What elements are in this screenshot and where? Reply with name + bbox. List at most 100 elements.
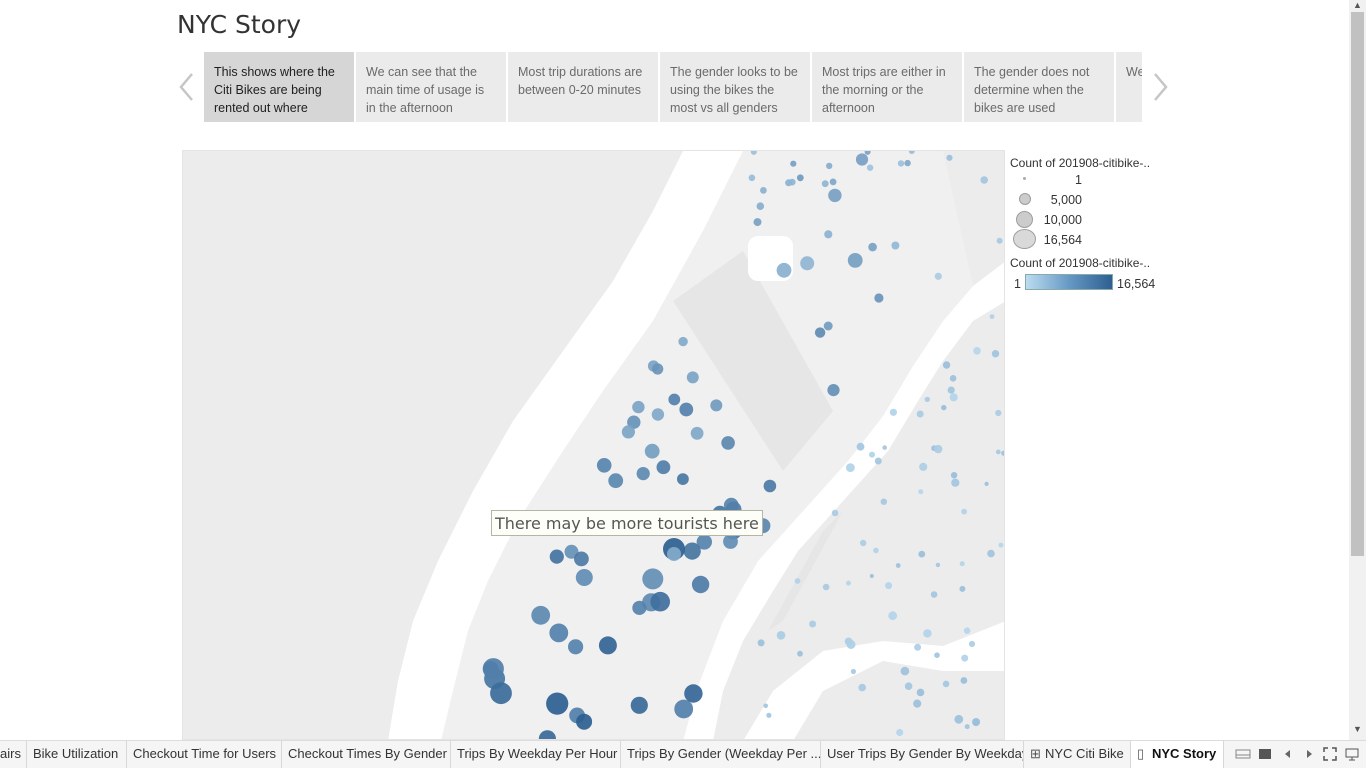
- station-bubble[interactable]: [760, 187, 767, 194]
- station-bubble[interactable]: [968, 640, 976, 648]
- story-point-7[interactable]: We get the: [1116, 52, 1142, 122]
- station-bubble[interactable]: [652, 363, 664, 375]
- station-bubble[interactable]: [856, 442, 865, 451]
- station-bubble[interactable]: [959, 561, 965, 567]
- station-bubble[interactable]: [797, 650, 803, 657]
- station-bubble[interactable]: [960, 677, 968, 684]
- station-bubble[interactable]: [930, 591, 938, 598]
- station-bubble[interactable]: [847, 253, 863, 268]
- station-bubble[interactable]: [882, 445, 887, 450]
- tab-checkout-time-for-users[interactable]: Checkout Time for Users: [127, 741, 282, 768]
- station-bubble[interactable]: [846, 463, 855, 472]
- station-bubble[interactable]: [608, 473, 624, 489]
- station-bubble[interactable]: [826, 162, 833, 170]
- tab-user-trips-by-gender-by-weekday[interactable]: User Trips By Gender By Weekday: [821, 741, 1024, 768]
- story-point-1[interactable]: This shows where the Citi Bikes are bein…: [204, 52, 354, 122]
- station-bubble[interactable]: [598, 636, 617, 655]
- station-bubble[interactable]: [721, 436, 735, 450]
- station-bubble[interactable]: [636, 467, 650, 481]
- station-bubble[interactable]: [790, 160, 797, 167]
- station-bubble[interactable]: [874, 293, 884, 303]
- scrollbar-thumb[interactable]: [1351, 12, 1364, 556]
- station-bubble[interactable]: [995, 449, 1001, 455]
- station-bubble[interactable]: [896, 728, 904, 737]
- station-bubble[interactable]: [632, 400, 645, 414]
- station-bubble[interactable]: [846, 640, 856, 649]
- station-bubble[interactable]: [942, 361, 951, 369]
- station-bubble[interactable]: [996, 237, 1003, 244]
- station-bubble[interactable]: [596, 458, 612, 473]
- station-bubble[interactable]: [656, 460, 671, 475]
- station-bubble[interactable]: [683, 542, 701, 560]
- station-bubble[interactable]: [828, 188, 842, 203]
- station-bubble[interactable]: [885, 582, 893, 590]
- station-bubble[interactable]: [788, 178, 796, 186]
- station-bubble[interactable]: [776, 631, 786, 640]
- station-bubble[interactable]: [918, 550, 926, 558]
- fullscreen-icon[interactable]: [1322, 746, 1338, 762]
- station-bubble[interactable]: [549, 549, 564, 564]
- station-bubble[interactable]: [776, 262, 792, 278]
- station-bubble[interactable]: [934, 444, 943, 454]
- station-bubble[interactable]: [809, 620, 817, 628]
- station-bubble[interactable]: [980, 176, 988, 184]
- tab-nyc-citi-bike[interactable]: ⊞ NYC Citi Bike: [1024, 741, 1131, 768]
- station-bubble[interactable]: [831, 509, 839, 517]
- station-bubble[interactable]: [667, 547, 681, 561]
- station-bubble[interactable]: [690, 426, 704, 440]
- station-bubble[interactable]: [794, 578, 801, 584]
- presentation-mode-icon[interactable]: [1344, 746, 1360, 762]
- chevron-left-icon[interactable]: [177, 70, 197, 104]
- chevron-right-icon[interactable]: [1150, 70, 1170, 104]
- station-bubble[interactable]: [913, 699, 922, 708]
- station-bubble[interactable]: [989, 314, 995, 319]
- station-bubble[interactable]: [531, 605, 551, 625]
- station-bubble[interactable]: [677, 473, 689, 485]
- station-bubble[interactable]: [916, 688, 925, 697]
- station-bubble[interactable]: [934, 272, 942, 280]
- station-bubble[interactable]: [959, 585, 966, 592]
- station-bubble[interactable]: [888, 611, 898, 621]
- show-tabs-icon[interactable]: [1257, 746, 1273, 762]
- station-bubble[interactable]: [949, 393, 958, 402]
- station-bubble[interactable]: [961, 654, 969, 662]
- station-bubble[interactable]: [942, 680, 950, 688]
- station-bubble[interactable]: [973, 347, 981, 355]
- tab-trips-by-gender[interactable]: Trips By Gender (Weekday Per ...: [621, 741, 821, 768]
- station-bubble[interactable]: [824, 230, 833, 239]
- story-point-4[interactable]: The gender looks to be using the bikes t…: [660, 52, 810, 122]
- station-bubble[interactable]: [858, 683, 866, 692]
- station-bubble[interactable]: [934, 652, 940, 658]
- next-sheet-icon[interactable]: [1301, 746, 1317, 762]
- station-bubble[interactable]: [674, 699, 694, 719]
- station-bubble[interactable]: [796, 174, 804, 182]
- station-bubble[interactable]: [546, 692, 569, 715]
- station-bubble[interactable]: [753, 218, 762, 227]
- station-bubble[interactable]: [829, 178, 837, 186]
- station-bubble[interactable]: [576, 713, 593, 730]
- station-bubble[interactable]: [482, 658, 504, 680]
- station-bubble[interactable]: [950, 472, 958, 479]
- story-point-5[interactable]: Most trips are either in the morning or …: [812, 52, 962, 122]
- station-bubble[interactable]: [995, 409, 1002, 417]
- station-bubble[interactable]: [947, 386, 955, 394]
- station-bubble[interactable]: [916, 410, 924, 418]
- station-bubble[interactable]: [678, 336, 688, 347]
- station-bubble[interactable]: [756, 202, 765, 210]
- tab-nyc-story[interactable]: ▯ NYC Story: [1131, 741, 1224, 768]
- station-bubble[interactable]: [987, 549, 995, 558]
- station-bubble[interactable]: [632, 600, 647, 615]
- station-bubble[interactable]: [946, 154, 953, 161]
- station-bubble[interactable]: [822, 583, 830, 591]
- station-bubble[interactable]: [998, 542, 1004, 548]
- station-bubble[interactable]: [821, 180, 829, 188]
- station-bubble[interactable]: [897, 160, 905, 167]
- station-bubble[interactable]: [855, 153, 869, 166]
- station-bubble[interactable]: [935, 562, 941, 568]
- station-bubble[interactable]: [763, 703, 768, 709]
- station-bubble[interactable]: [568, 639, 584, 655]
- story-point-2[interactable]: We can see that the main time of usage i…: [356, 52, 506, 122]
- station-bubble[interactable]: [823, 321, 833, 331]
- scroll-up-icon[interactable]: ▲: [1353, 0, 1362, 10]
- station-bubble[interactable]: [686, 371, 699, 384]
